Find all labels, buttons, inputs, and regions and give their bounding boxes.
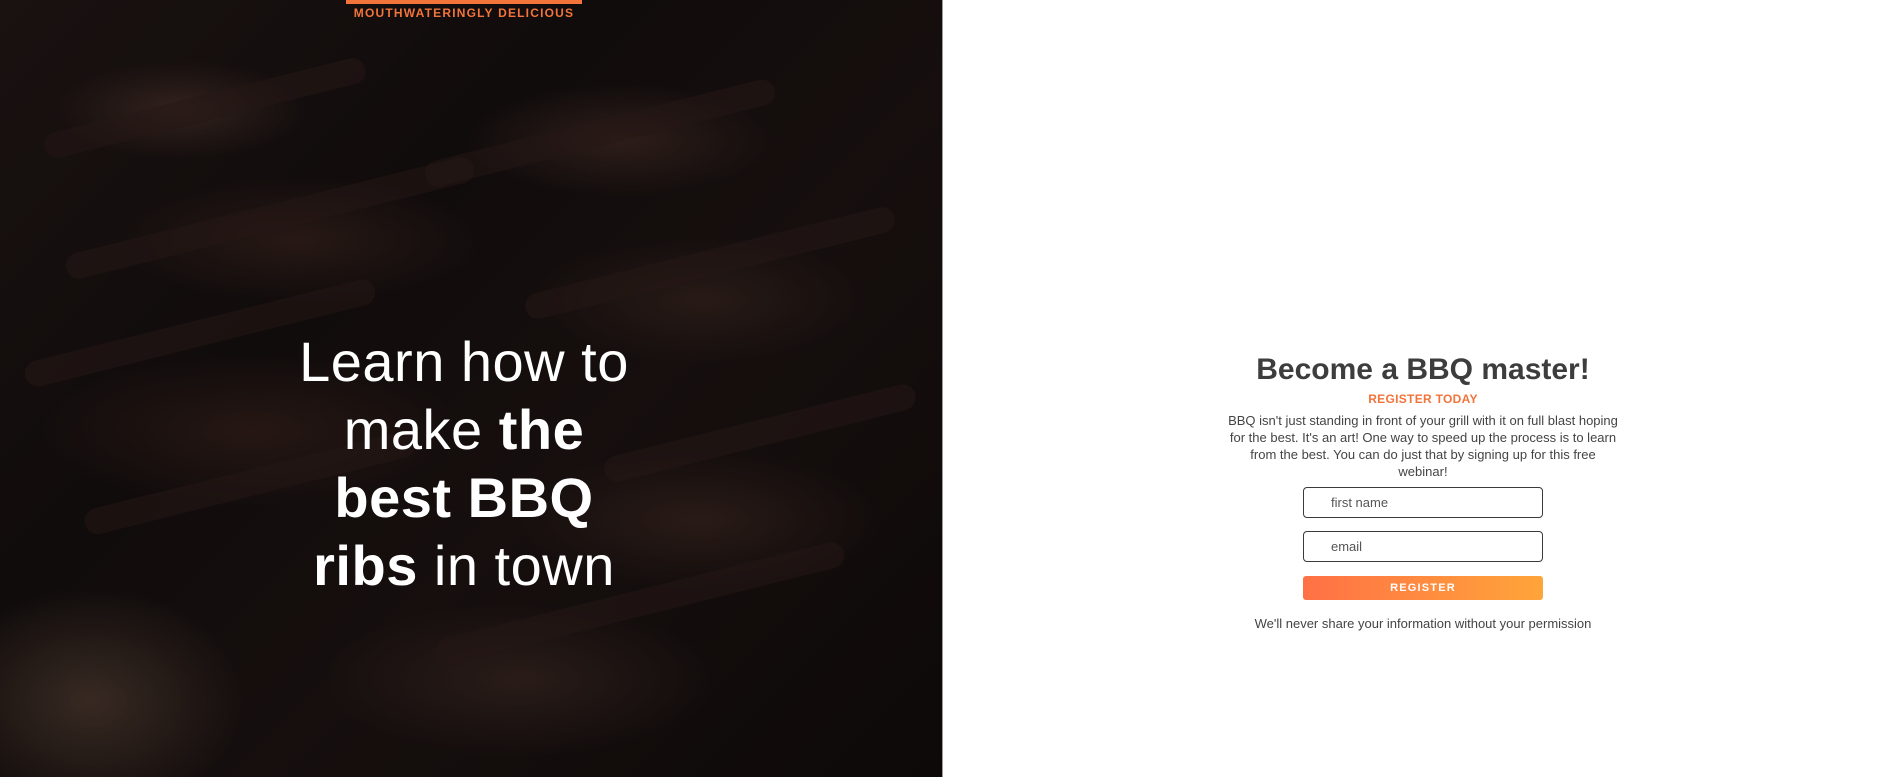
registration-form: REGISTER: [1200, 487, 1646, 600]
registration-panel: Become a BBQ master! REGISTER TODAY BBQ …: [1200, 350, 1646, 632]
register-button[interactable]: REGISTER: [1303, 576, 1543, 600]
headline-line-4: ribs in town: [262, 532, 666, 600]
landing-page: MOUTHWATERINGLY DELICIOUS Learn how to m…: [0, 0, 1897, 777]
form-title: Become a BBQ master!: [1256, 353, 1590, 386]
headline-emphasis: best BBQ: [334, 466, 594, 529]
headline-text: make: [343, 398, 499, 461]
headline-text: in town: [417, 534, 615, 597]
headline-emphasis: the: [498, 398, 585, 461]
brand-tagline: MOUTHWATERINGLY DELICIOUS: [346, 0, 582, 20]
brand-tagline-text: MOUTHWATERINGLY DELICIOUS: [353, 6, 575, 20]
hero-section: MOUTHWATERINGLY DELICIOUS Learn how to m…: [0, 0, 943, 777]
headline-text: Learn how to: [299, 330, 629, 393]
email-input[interactable]: [1303, 531, 1543, 562]
privacy-note: We'll never share your information witho…: [1254, 616, 1592, 631]
form-description: BBQ isn't just standing in front of your…: [1228, 413, 1618, 479]
hero-headline: Learn how to make the best BBQ ribs in t…: [262, 328, 666, 600]
section-divider: [942, 0, 943, 777]
headline-emphasis: ribs: [313, 534, 418, 597]
headline-line-3: best BBQ: [262, 464, 666, 532]
form-subtitle: REGISTER TODAY: [1368, 392, 1478, 406]
first-name-input[interactable]: [1303, 487, 1543, 518]
headline-line-2: make the: [262, 396, 666, 464]
headline-line-1: Learn how to: [262, 328, 666, 396]
